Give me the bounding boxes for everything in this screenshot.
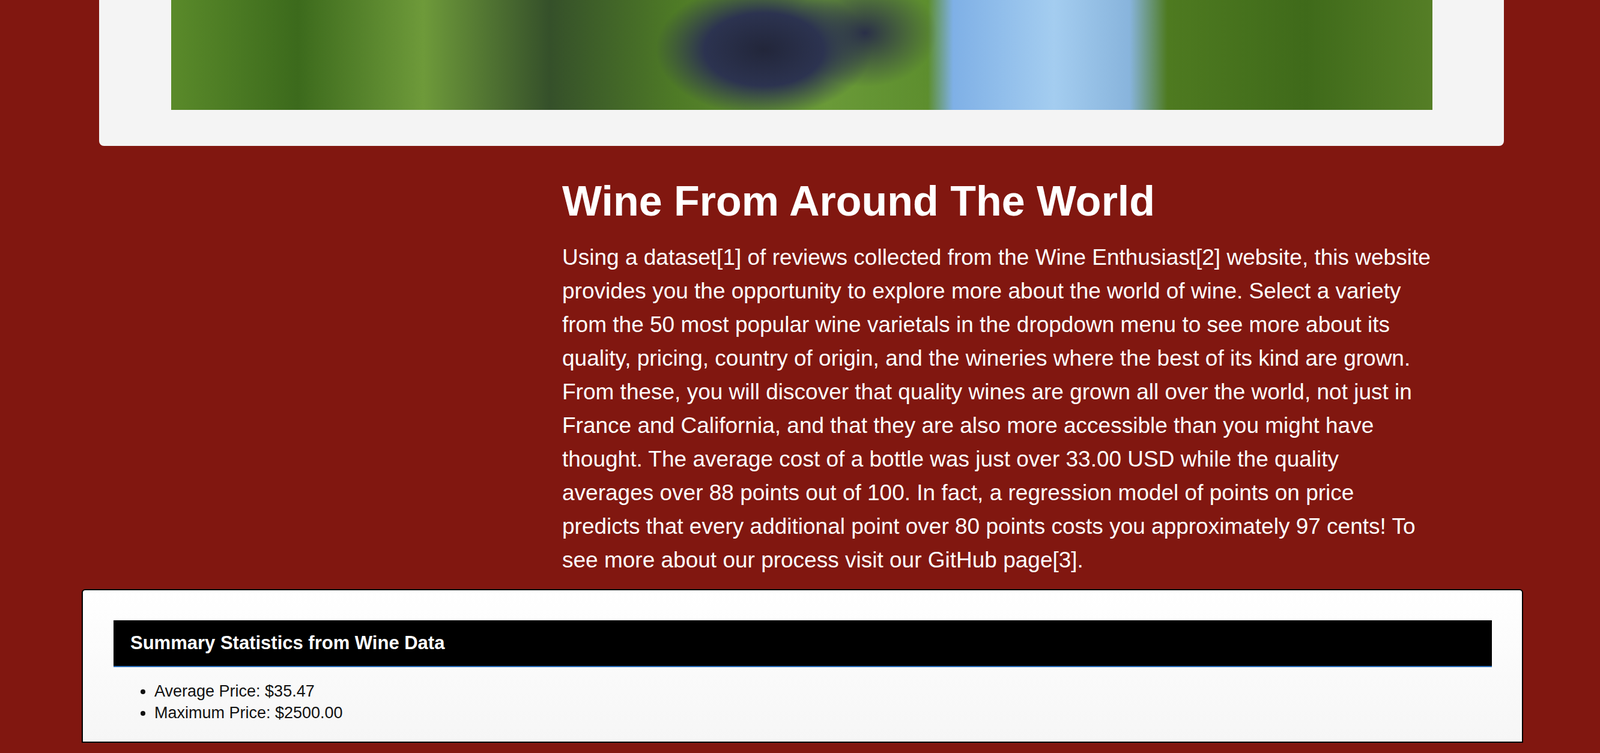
intro-body: Using a dataset[1] of reviews collected … [562,240,1434,578]
banner-card [99,0,1504,146]
summary-item: Average Price: $35.47 [154,680,1492,703]
summary-list: Average Price: $35.47Maximum Price: $250… [113,680,1492,724]
summary-panel: Summary Statistics from Wine Data Average… [81,589,1524,743]
summary-header: Summary Statistics from Wine Data [113,620,1492,668]
vineyard-photo [171,0,1433,110]
summary-item: Maximum Price: $2500.00 [154,702,1492,724]
page: Wine From Around The World Using a datase… [0,0,1600,753]
intro-section: Wine From Around The World Using a datase… [562,177,1434,578]
intro-title: Wine From Around The World [562,177,1434,226]
